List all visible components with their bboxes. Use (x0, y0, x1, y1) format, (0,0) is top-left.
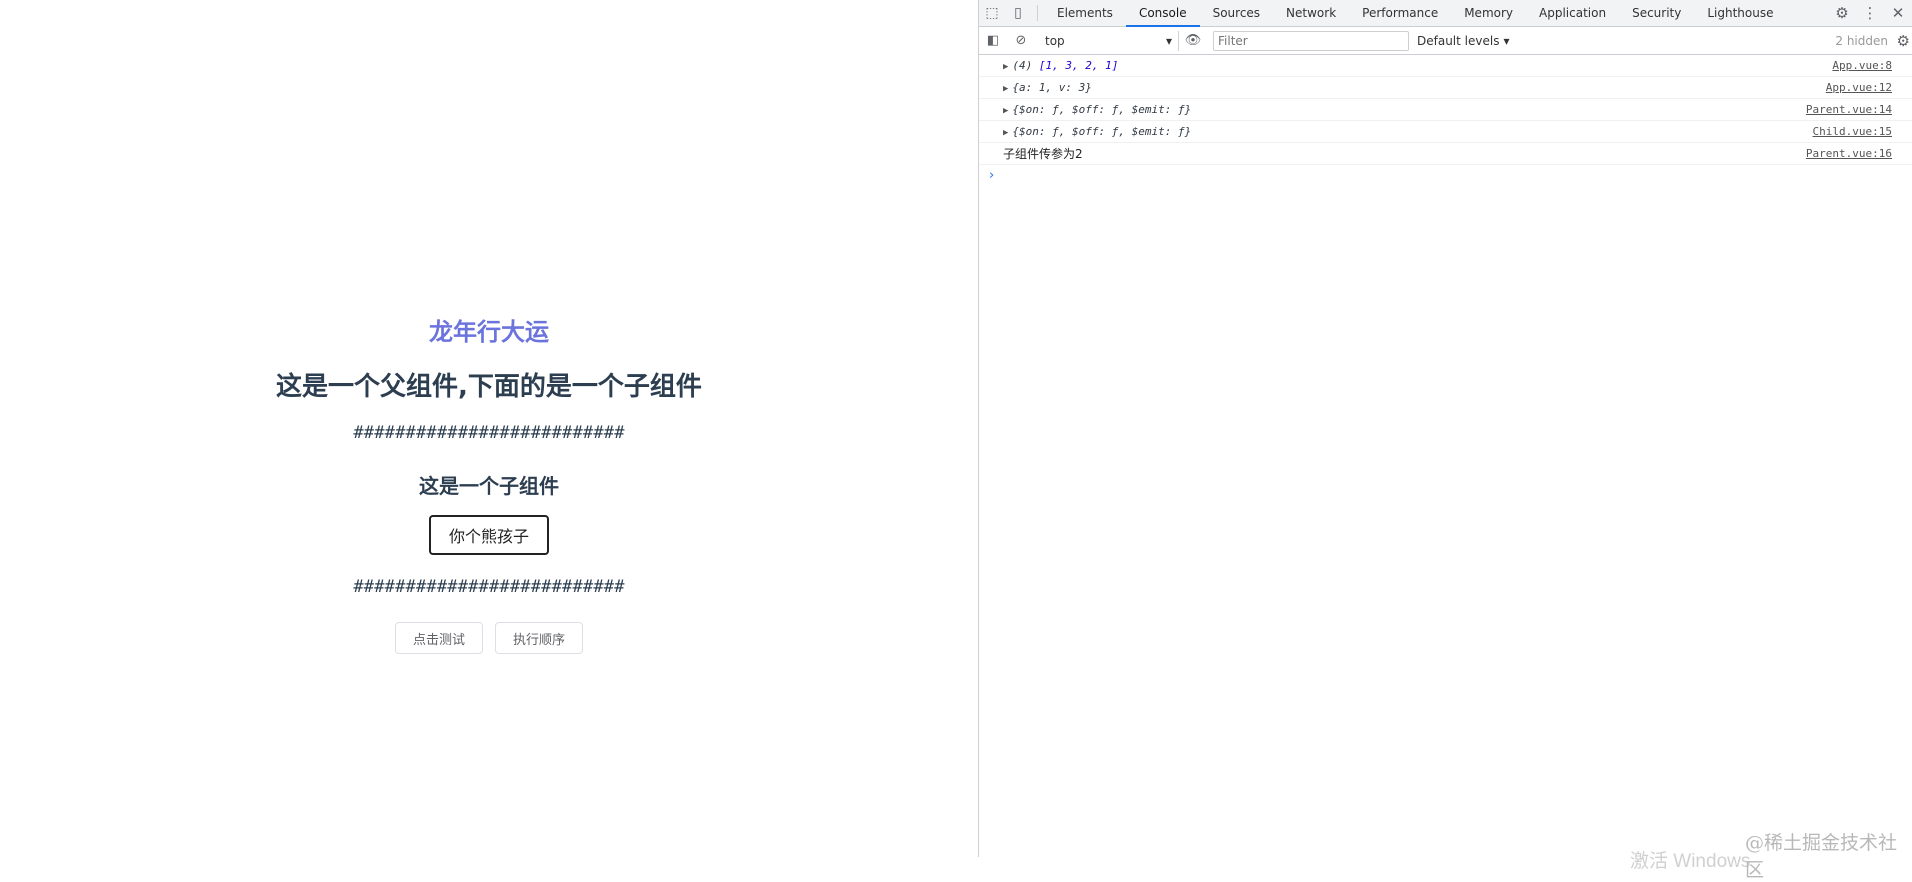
click-test-button[interactable]: 点击测试 (395, 622, 483, 654)
tab-elements[interactable]: Elements (1044, 0, 1126, 26)
sidebar-toggle-icon[interactable]: ◧ (979, 33, 1007, 48)
close-icon[interactable]: ✕ (1884, 4, 1912, 22)
log-source-link[interactable]: Parent.vue:14 (1806, 103, 1892, 116)
tabbar-separator (1037, 5, 1038, 21)
child-heading: 这是一个子组件 (419, 474, 559, 498)
windows-activation-text: 激活 Windows (1630, 851, 1751, 872)
clear-console-icon[interactable]: ⊘ (1007, 33, 1035, 48)
divider-bottom: ########################## (353, 577, 625, 597)
console-output: ▶ (4) [1, 3, 2, 1] App.vue:8 ▶ {a: 1, v: 3… (979, 55, 1912, 185)
console-settings-icon[interactable]: ⚙ (1897, 32, 1910, 50)
divider-top: ########################## (353, 423, 625, 443)
levels-label: Default levels (1417, 33, 1500, 48)
log-row[interactable]: ▶ {$on: ƒ, $off: ƒ, $emit: ƒ} Child.vue:1… (979, 121, 1912, 143)
watermark: @稀土掘金技术社区 (1745, 832, 1898, 881)
log-row: 子组件传参为2 Parent.vue:16 (979, 143, 1912, 165)
log-text: 子组件传参为2 (1003, 147, 1083, 161)
context-select[interactable]: top ▾ (1039, 30, 1179, 51)
tab-performance[interactable]: Performance (1349, 0, 1451, 26)
expand-triangle-icon[interactable]: ▶ (1003, 62, 1008, 72)
inspect-element-icon[interactable]: ⬚ (979, 0, 1005, 26)
chevron-down-icon: ▾ (1165, 33, 1172, 48)
tab-network[interactable]: Network (1273, 0, 1349, 26)
console-toolbar: ◧ ⊘ top ▾ 👁 Default levels ▾ 2 hidden ⚙ (979, 27, 1912, 55)
levels-dropdown[interactable]: Default levels ▾ (1417, 34, 1509, 48)
hidden-count: 2 hidden (1835, 33, 1888, 48)
tab-memory[interactable]: Memory (1451, 0, 1526, 26)
expand-triangle-icon[interactable]: ▶ (1003, 128, 1008, 138)
log-text: [1, 3, 2, 1] (1038, 59, 1119, 72)
log-row[interactable]: ▶ (4) [1, 3, 2, 1] App.vue:8 (979, 55, 1912, 77)
expand-triangle-icon[interactable]: ▶ (1003, 106, 1008, 116)
live-expression-eye-icon[interactable]: 👁 (1179, 33, 1207, 48)
log-text: {$on: ƒ, $off: ƒ, $emit: ƒ} (1012, 125, 1192, 138)
log-source-link[interactable]: App.vue:12 (1826, 81, 1892, 94)
filter-input[interactable] (1213, 30, 1409, 51)
tab-application[interactable]: Application (1526, 0, 1619, 26)
app-page: 龙年行大运 这是一个父组件,下面的是一个子组件 ################… (0, 0, 978, 857)
device-toolbar-icon[interactable]: ▯ (1005, 0, 1031, 26)
tab-security[interactable]: Security (1619, 0, 1694, 26)
log-row[interactable]: ▶ {$on: ƒ, $off: ƒ, $emit: ƒ} Parent.vue:… (979, 99, 1912, 121)
settings-gear-icon[interactable]: ⚙ (1828, 4, 1856, 22)
child-button[interactable]: 你个熊孩子 (429, 515, 549, 555)
console-prompt[interactable]: › (979, 165, 1912, 185)
devtools-tabbar: ⬚ ▯ Elements Console Sources Network Per… (979, 0, 1912, 27)
log-text: {$on: ƒ, $off: ƒ, $emit: ƒ} (1012, 103, 1192, 116)
exec-order-button[interactable]: 执行顺序 (495, 622, 583, 654)
tab-console[interactable]: Console (1125, 0, 1200, 27)
prompt-chevron-icon: › (989, 167, 995, 183)
more-menu-icon[interactable]: ⋮ (1856, 4, 1884, 22)
log-prefix: (4) (1012, 59, 1039, 72)
log-source-link[interactable]: Parent.vue:16 (1806, 147, 1892, 160)
log-source-link[interactable]: App.vue:8 (1832, 59, 1892, 72)
devtools-panel: ⬚ ▯ Elements Console Sources Network Per… (978, 0, 1912, 857)
hero-title: 龙年行大运 (429, 318, 549, 346)
chevron-down-icon: ▾ (1503, 33, 1510, 48)
log-source-link[interactable]: Child.vue:15 (1813, 125, 1892, 138)
context-value: top (1045, 33, 1065, 48)
log-row[interactable]: ▶ {a: 1, v: 3} App.vue:12 (979, 77, 1912, 99)
parent-heading: 这是一个父组件,下面的是一个子组件 (276, 372, 702, 402)
tab-lighthouse[interactable]: Lighthouse (1694, 0, 1786, 26)
log-text: {a: 1, v: 3} (1012, 81, 1092, 94)
expand-triangle-icon[interactable]: ▶ (1003, 84, 1008, 94)
tab-sources[interactable]: Sources (1200, 0, 1273, 26)
